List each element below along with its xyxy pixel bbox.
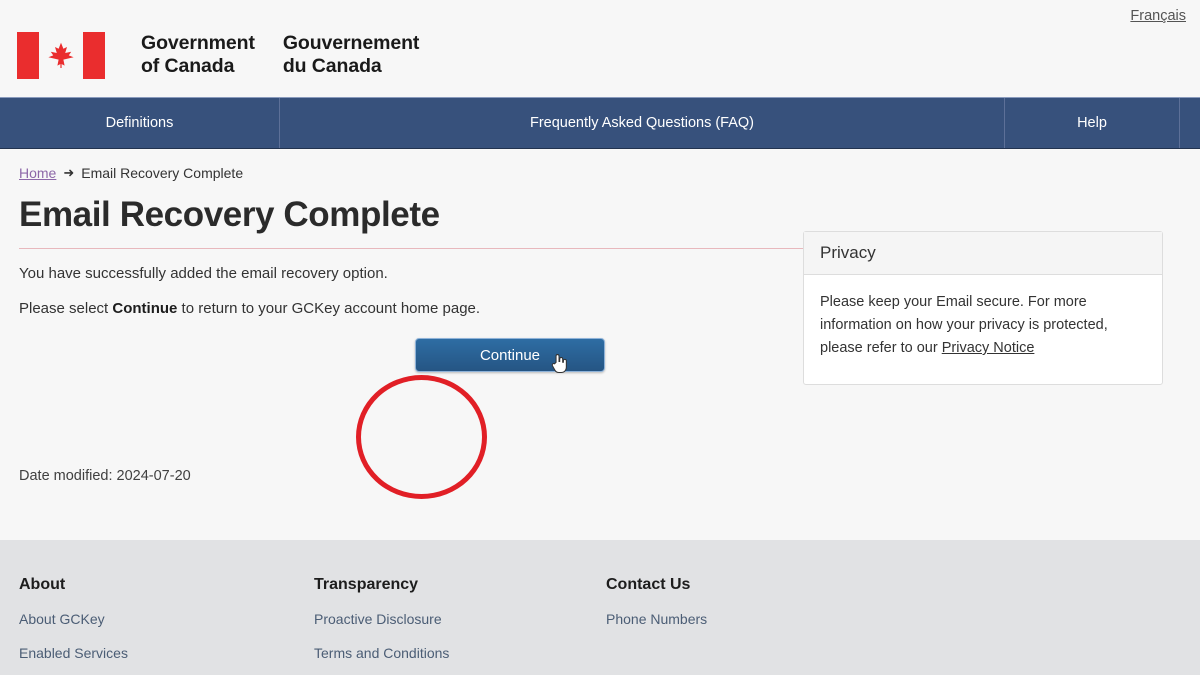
main-navigation: Definitions Frequently Asked Questions (… [0, 97, 1200, 149]
footer-link-enabled-services[interactable]: Enabled Services [19, 645, 314, 661]
instruction-message: Please select Continue to return to your… [19, 298, 801, 320]
site-header: Français Government of Canada Gouverneme… [0, 0, 1200, 97]
brand-en-line1: Government [141, 32, 255, 54]
continue-button[interactable]: Continue [415, 338, 605, 374]
privacy-notice-link[interactable]: Privacy Notice [942, 340, 1035, 356]
flag-bar-left [17, 32, 39, 79]
footer-link-phone-numbers[interactable]: Phone Numbers [606, 611, 906, 627]
footer-column-transparency: Transparency Proactive Disclosure Terms … [314, 576, 606, 675]
success-message: You have successfully added the email re… [19, 265, 388, 282]
nav-item-faq[interactable]: Frequently Asked Questions (FAQ) [280, 98, 1005, 148]
gckey-page: Français Government of Canada Gouverneme… [0, 0, 1200, 675]
date-modified: Date modified: 2024-07-20 [19, 468, 191, 484]
red-circle-highlight [356, 375, 487, 499]
nav-item-definitions[interactable]: Definitions [0, 98, 280, 148]
instruction-bold: Continue [112, 300, 178, 317]
site-footer: About About GCKey Enabled Services Trans… [0, 540, 1200, 675]
canada-flag-icon [17, 32, 105, 79]
page-title: Email Recovery Complete [19, 195, 440, 234]
breadcrumb: Home ➜ Email Recovery Complete [0, 149, 1200, 185]
brand-fr-line1: Gouvernement [282, 32, 420, 54]
content-left-column: You have successfully added the email re… [19, 263, 801, 499]
brand-english: Government of Canada [141, 32, 255, 78]
continue-button-label: Continue [479, 346, 541, 364]
pointing-hand-cursor [551, 354, 567, 374]
brand-fr-line2: du Canada [282, 55, 382, 77]
instruction-pre: Please select [19, 300, 113, 317]
footer-column-contact-us: Contact Us Phone Numbers [606, 576, 906, 675]
maple-leaf-icon [48, 42, 74, 68]
footer-heading-transparency: Transparency [314, 576, 419, 593]
privacy-panel: Privacy Please keep your Email secure. F… [803, 231, 1163, 385]
brand-wordmark: Government of Canada Gouvernement du Can… [141, 32, 419, 78]
nav-item-help[interactable]: Help [1005, 98, 1180, 148]
flag-bar-right [83, 32, 105, 79]
breadcrumb-home-link[interactable]: Home [19, 165, 56, 181]
footer-columns: About About GCKey Enabled Services Trans… [19, 576, 1200, 675]
footer-link-proactive-disclosure[interactable]: Proactive Disclosure [314, 611, 606, 627]
brand-en-line2: of Canada [141, 55, 235, 77]
footer-link-terms-and-conditions[interactable]: Terms and Conditions [314, 645, 606, 661]
privacy-panel-heading: Privacy [804, 232, 1162, 275]
instruction-post: to return to your GCKey account home pag… [177, 300, 481, 317]
language-toggle-link[interactable]: Français [1130, 8, 1186, 24]
government-of-canada-brand: Government of Canada Gouvernement du Can… [17, 32, 419, 79]
privacy-panel-body: Please keep your Email secure. For more … [804, 275, 1162, 384]
footer-link-about-gckey[interactable]: About GCKey [19, 611, 314, 627]
brand-french: Gouvernement du Canada [282, 32, 420, 78]
breadcrumb-arrow-icon: ➜ [63, 165, 75, 180]
footer-heading-about: About [19, 576, 66, 593]
breadcrumb-current: Email Recovery Complete [81, 165, 244, 181]
footer-heading-contact-us: Contact Us [606, 576, 691, 593]
main-content: Email Recovery Complete You have success… [0, 185, 1200, 529]
footer-column-about: About About GCKey Enabled Services [19, 576, 314, 675]
